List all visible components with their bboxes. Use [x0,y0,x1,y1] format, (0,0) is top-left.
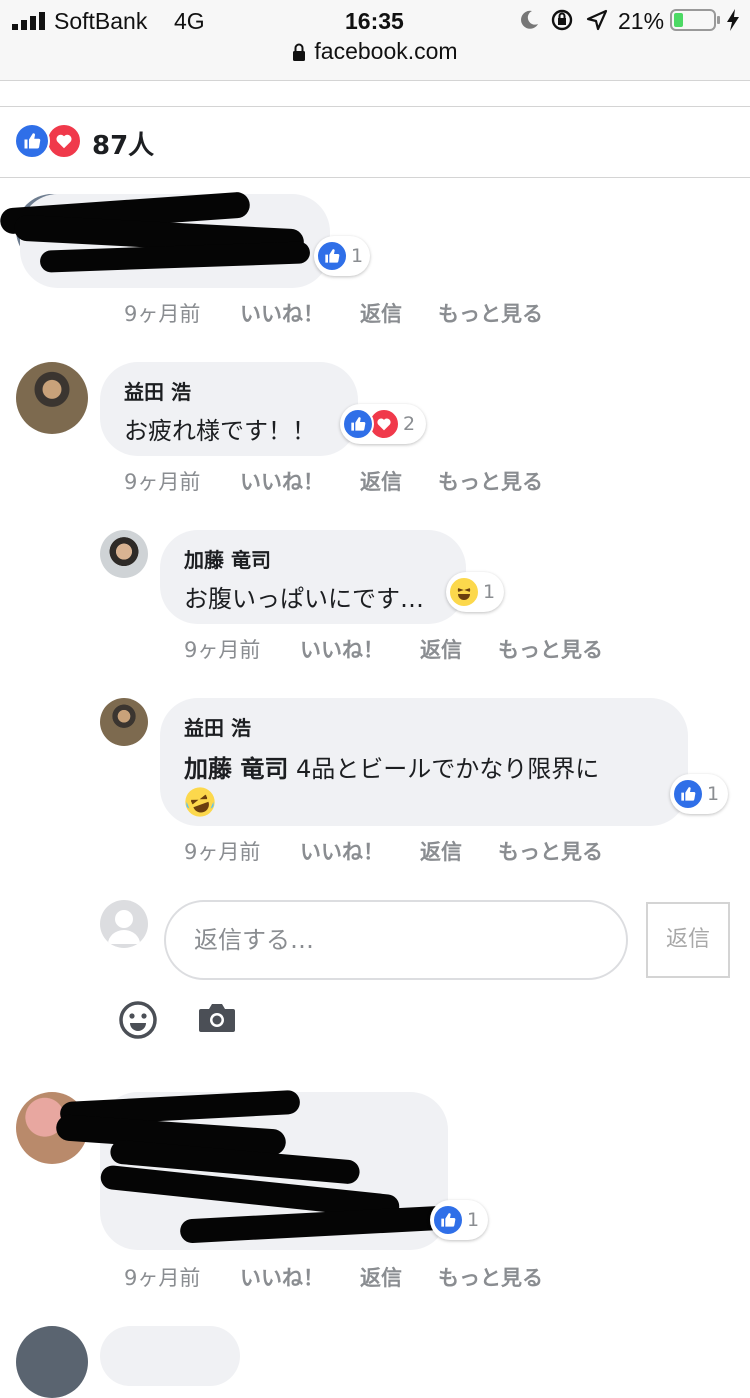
divider [0,106,750,107]
more-link[interactable]: もっと見る [438,1262,543,1292]
comment-bubble [100,1326,240,1386]
like-link[interactable]: いいね！ [240,1262,324,1292]
comment-actions: 9ヶ月前 いいね！ 返信 もっと見る [184,836,644,864]
reply-submit-button[interactable]: 返信 [646,902,730,978]
location-arrow-icon [586,9,608,35]
avatar[interactable] [100,530,148,578]
comment-actions: 9ヶ月前 いいね！ 返信 もっと見る [124,298,584,326]
battery-percent: 21% [618,8,665,34]
url-text: facebook.com [314,38,458,64]
haha-reaction-icon [448,576,480,608]
like-link[interactable]: いいね！ [240,466,324,496]
avatar[interactable] [16,1326,88,1398]
comment-reactions[interactable]: 1 [430,1200,488,1240]
reaction-count: 1 [351,245,364,267]
comment-author[interactable]: 加藤 竜司 [184,544,466,573]
reply-link[interactable]: 返信 [420,836,462,866]
reaction-count: 87人 [92,131,155,161]
emoji-icon[interactable] [118,1000,158,1044]
like-reaction-icon [432,1204,464,1236]
charging-bolt-icon [726,9,740,35]
comment-reactions[interactable]: 1 [446,572,504,612]
avatar[interactable] [16,362,88,434]
reply-input[interactable]: 返信する… [164,900,628,980]
comment-time: 9ヶ月前 [184,638,261,662]
like-link[interactable]: いいね！ [300,836,384,866]
divider [0,177,750,178]
like-reaction-icon [14,123,50,159]
like-link[interactable]: いいね！ [240,298,324,328]
comment-time: 9ヶ月前 [184,840,261,864]
comment-reactions[interactable]: 2 [340,404,426,444]
comment-text: お腹いっぱいにです… [184,585,424,613]
reply-link[interactable]: 返信 [420,634,462,664]
reaction-count: 1 [467,1209,480,1231]
comment-time: 9ヶ月前 [124,1266,201,1290]
mention-link[interactable]: 加藤 竜司 [184,755,288,783]
network-type: 4G [174,8,205,34]
reactions-summary[interactable]: 87人 [14,123,214,163]
comment-author[interactable]: 益田 浩 [124,376,358,405]
comment-body: 4品とビールでかなり限界に [288,755,600,783]
comment-actions: 9ヶ月前 いいね！ 返信 もっと見る [124,1262,584,1290]
battery-icon [670,8,722,36]
comment-reactions[interactable]: 1 [670,774,728,814]
more-link[interactable]: もっと見る [498,836,603,866]
lock-icon [292,40,306,67]
rotation-lock-icon [550,8,574,36]
comment-reactions[interactable]: 1 [314,236,370,276]
camera-icon[interactable] [198,1002,236,1038]
comment-text: 加藤 竜司 4品とビールでかなり限界に [184,749,688,784]
comment-actions: 9ヶ月前 いいね！ 返信 もっと見る [124,466,584,494]
rofl-emoji-icon [184,786,688,822]
url-bar[interactable]: facebook.com [0,38,750,72]
carrier-name: SoftBank [54,8,148,34]
reply-link[interactable]: 返信 [360,466,402,496]
reply-bubble: 加藤 竜司 お腹いっぱいにです… [160,530,466,624]
avatar[interactable] [100,698,148,746]
like-link[interactable]: いいね！ [300,634,384,664]
comment-time: 9ヶ月前 [124,470,201,494]
comment-bubble: 益田 浩 お疲れ様です！！ [100,362,358,456]
like-reaction-icon [672,778,704,810]
comment-text: お疲れ様です！！ [124,417,316,445]
like-reaction-icon [342,408,374,440]
signal-icon [12,12,46,30]
divider [0,80,750,81]
reply-bubble: 益田 浩 加藤 竜司 4品とビールでかなり限界に [160,698,688,826]
reaction-count: 1 [483,581,496,603]
reply-link[interactable]: 返信 [360,1262,402,1292]
moon-icon [518,9,540,35]
reply-link[interactable]: 返信 [360,298,402,328]
comment-time: 9ヶ月前 [124,302,201,326]
more-link[interactable]: もっと見る [438,466,543,496]
like-reaction-icon [316,240,348,272]
clock: 16:35 [345,8,404,34]
more-link[interactable]: もっと見る [498,634,603,664]
reaction-count: 1 [707,783,720,805]
more-link[interactable]: もっと見る [438,298,543,328]
reaction-count: 2 [403,413,416,435]
comment-actions: 9ヶ月前 いいね！ 返信 もっと見る [184,634,644,662]
comment-author[interactable]: 益田 浩 [184,712,688,741]
user-avatar [100,900,148,948]
love-reaction-icon [46,123,82,159]
